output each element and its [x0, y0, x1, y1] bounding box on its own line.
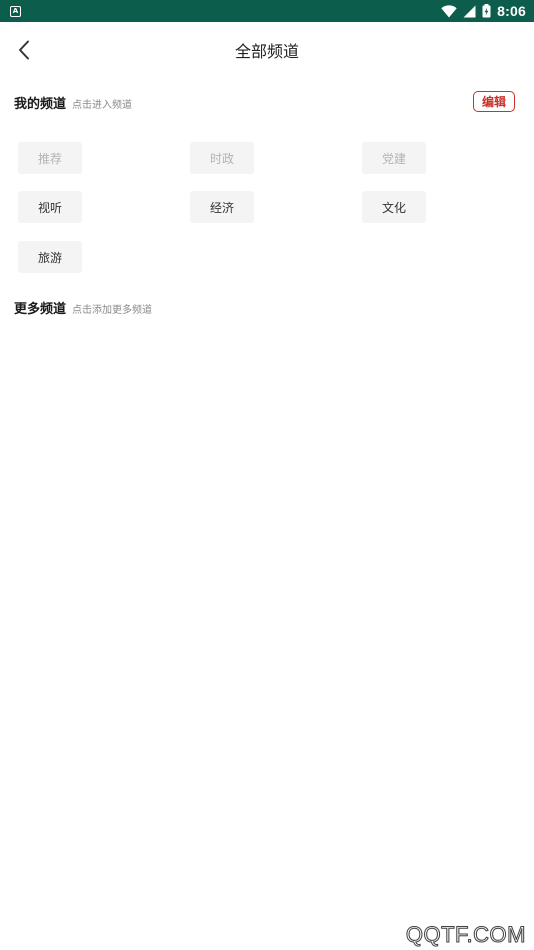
more-channels-title: 更多频道: [14, 302, 67, 317]
channel-chip-jingji[interactable]: 经济: [190, 191, 254, 223]
back-button[interactable]: [10, 36, 38, 64]
more-channels-hint: 点击添加更多频道: [72, 305, 153, 316]
my-channels-title: 我的频道: [14, 97, 67, 112]
status-left: A: [10, 5, 21, 17]
channel-chip-tuijian[interactable]: 推荐: [18, 142, 82, 174]
signal-icon: [463, 5, 476, 17]
channel-chip-wenhua[interactable]: 文化: [362, 191, 426, 223]
status-right: 8:06: [441, 3, 526, 19]
watermark: QQTF.COM: [405, 922, 526, 948]
status-bar: A 8:06: [0, 0, 534, 22]
chevron-left-icon: [19, 40, 29, 60]
edit-button[interactable]: 编辑: [473, 91, 515, 112]
app-header: 全部频道: [0, 22, 534, 78]
channel-chip-lvyou[interactable]: 旅游: [18, 241, 82, 273]
my-channels-header: 我的频道 点击进入频道: [14, 93, 132, 112]
my-channels-hint: 点击进入频道: [72, 100, 133, 111]
wifi-icon: [441, 4, 457, 18]
battery-icon: [482, 4, 491, 18]
more-channels-header: 更多频道 点击添加更多频道: [14, 298, 152, 317]
status-time: 8:06: [497, 3, 526, 19]
page-title: 全部频道: [234, 42, 299, 61]
notification-icon: A: [10, 5, 21, 17]
channel-chip-shiting[interactable]: 视听: [18, 191, 82, 223]
channel-chip-dangjian[interactable]: 党建: [362, 142, 426, 174]
channel-chip-shizheng[interactable]: 时政: [190, 142, 254, 174]
